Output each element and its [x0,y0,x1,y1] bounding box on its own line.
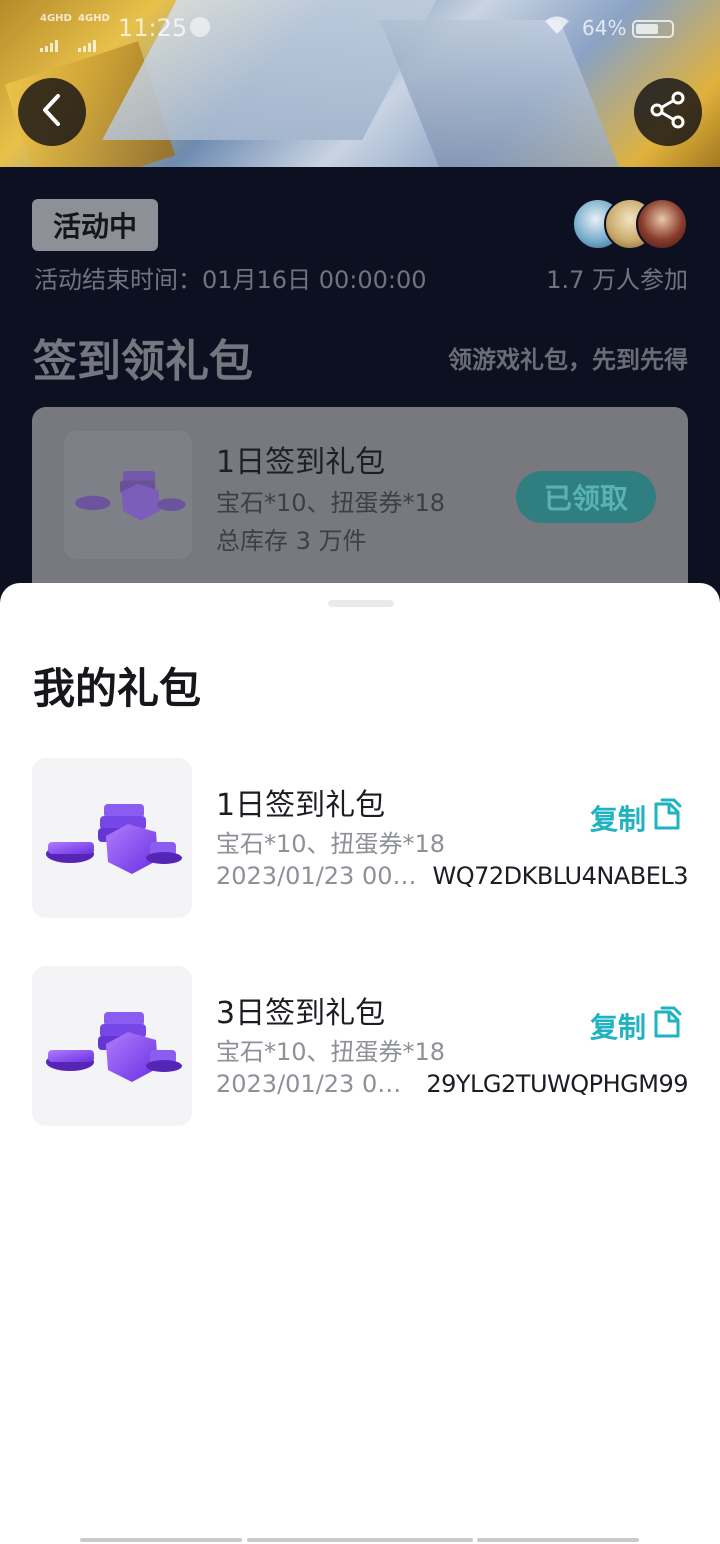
gift-title: 3日签到礼包 [216,996,386,1031]
battery-icon [632,20,674,38]
network-type-label: 4GHD [40,13,72,24]
gift-description: 宝石*10、扭蛋券*18 [216,489,446,517]
gift-pack-item: 1日签到礼包 宝石*10、扭蛋券*18 2023/01/23 00:… WQ72… [32,758,688,920]
gift-description: 宝石*10、扭蛋券*18 [216,830,446,858]
gift-pack-item: 3日签到礼包 宝石*10、扭蛋券*18 2023/01/23 00… 29YLG… [32,966,688,1128]
gift-card: 1日签到礼包 宝石*10、扭蛋券*18 总库存 3 万件 已领取 [32,407,688,607]
drag-handle[interactable] [328,600,394,607]
copy-label: 复制 [589,1011,646,1044]
status-time: 11:25 [118,14,188,42]
activity-page: 4GHD 4GHD 11:25 64% 活动中 活动结束时间：01月16日 00… [0,0,720,1544]
gift-stock: 总库存 3 万件 [216,527,367,555]
nav-indicator[interactable] [247,1538,473,1542]
gift-thumbnail [32,966,192,1126]
claimed-button[interactable]: 已领取 [516,471,656,523]
gift-claim-date: 2023/01/23 00… [216,1070,410,1098]
section-title: 签到领礼包 [33,336,253,387]
share-icon [648,90,688,134]
network-type-label: 4GHD [78,13,110,24]
sheet-title: 我的礼包 [33,664,202,713]
back-button[interactable] [18,78,86,146]
gift-code[interactable]: 29YLG2TUWQPHGM99 [426,1070,688,1098]
participant-count: 1.7 万人参加 [546,266,688,294]
activity-end-time: 活动结束时间：01月16日 00:00:00 [34,266,427,294]
gift-title: 1日签到礼包 [216,788,386,823]
hero-banner: 4GHD 4GHD 11:25 64% [0,0,720,167]
gift-claim-date: 2023/01/23 00:… [216,862,420,890]
status-bar: 4GHD 4GHD 11:25 64% [0,0,720,58]
copy-button[interactable]: 复制 [590,1006,682,1046]
gift-thumbnail [32,758,192,918]
gift-code[interactable]: WQ72DKBLU4NABEL3 [433,862,689,890]
gem-pack-icon [75,471,186,521]
copy-label: 复制 [589,803,646,836]
copy-icon [652,1006,682,1047]
avatar [636,198,688,250]
chevron-left-icon [38,92,66,132]
nav-indicator[interactable] [80,1538,242,1542]
signal-icon [78,27,98,52]
nav-indicator[interactable] [477,1538,639,1542]
gift-thumbnail [64,431,192,559]
activity-status-badge: 活动中 [32,199,158,251]
signal-icon [40,27,60,52]
participant-avatars [572,198,692,252]
gem-pack-icon [46,804,182,874]
gem-pack-icon [46,1012,182,1082]
share-button[interactable] [634,78,702,146]
notification-icon [190,17,210,37]
battery-percent: 64% [582,16,627,40]
copy-icon [652,798,682,839]
section-subtitle: 领游戏礼包，先到先得 [448,346,688,374]
gift-title: 1日签到礼包 [216,445,386,480]
copy-button[interactable]: 复制 [590,798,682,838]
wifi-icon [544,16,570,41]
gift-description: 宝石*10、扭蛋券*18 [216,1038,446,1066]
my-gifts-sheet: 我的礼包 1日签到礼包 宝石*10、扭蛋券*18 2023/01/23 00:…… [0,583,720,1544]
